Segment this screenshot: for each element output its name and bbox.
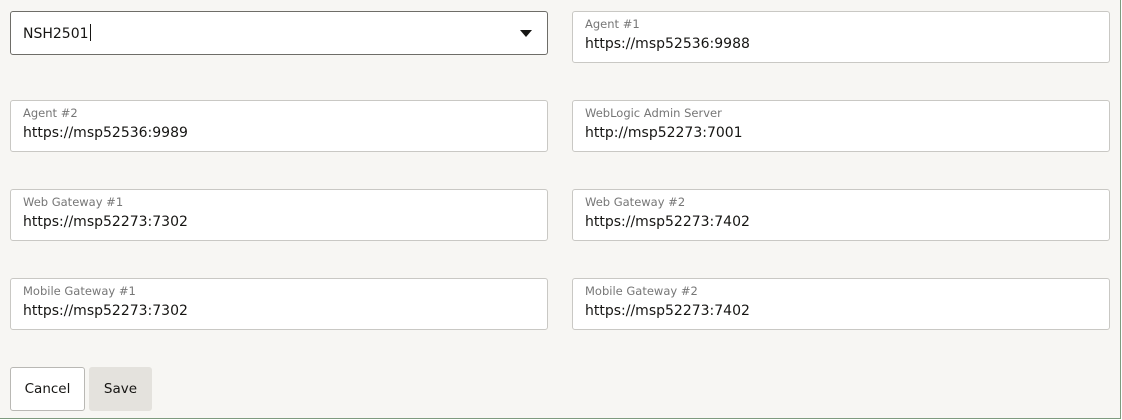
environment-select[interactable]: NSH2501 <box>10 11 548 55</box>
web-gateway-1-field[interactable]: Web Gateway #1 https://msp52273:7302 <box>10 189 548 241</box>
environment-select-value: NSH2501 <box>23 24 91 42</box>
text-cursor <box>89 24 91 41</box>
cancel-button[interactable]: Cancel <box>10 367 85 411</box>
mobile-gateway-1-label: Mobile Gateway #1 <box>23 284 136 298</box>
mobile-gateway-1-value[interactable]: https://msp52273:7302 <box>23 303 188 319</box>
agent-2-value[interactable]: https://msp52536:9989 <box>23 125 188 141</box>
agent-2-label: Agent #2 <box>23 106 78 120</box>
mobile-gateway-2-field[interactable]: Mobile Gateway #2 https://msp52273:7402 <box>572 278 1110 330</box>
chevron-down-icon[interactable] <box>520 30 532 37</box>
form-panel: NSH2501 Agent #1 https://msp52536:9988 A… <box>0 0 1121 419</box>
web-gateway-1-label: Web Gateway #1 <box>23 195 124 209</box>
save-button[interactable]: Save <box>89 367 152 411</box>
weblogic-admin-server-field[interactable]: WebLogic Admin Server http://msp52273:70… <box>572 100 1110 152</box>
web-gateway-2-value[interactable]: https://msp52273:7402 <box>585 214 750 230</box>
weblogic-admin-server-label: WebLogic Admin Server <box>585 106 722 120</box>
mobile-gateway-1-field[interactable]: Mobile Gateway #1 https://msp52273:7302 <box>10 278 548 330</box>
web-gateway-2-label: Web Gateway #2 <box>585 195 686 209</box>
weblogic-admin-server-value[interactable]: http://msp52273:7001 <box>585 125 743 141</box>
web-gateway-2-field[interactable]: Web Gateway #2 https://msp52273:7402 <box>572 189 1110 241</box>
agent-1-field[interactable]: Agent #1 https://msp52536:9988 <box>572 11 1110 63</box>
agent-1-value[interactable]: https://msp52536:9988 <box>585 36 750 52</box>
agent-1-label: Agent #1 <box>585 17 640 31</box>
agent-2-field[interactable]: Agent #2 https://msp52536:9989 <box>10 100 548 152</box>
web-gateway-1-value[interactable]: https://msp52273:7302 <box>23 214 188 230</box>
mobile-gateway-2-label: Mobile Gateway #2 <box>585 284 698 298</box>
mobile-gateway-2-value[interactable]: https://msp52273:7402 <box>585 303 750 319</box>
